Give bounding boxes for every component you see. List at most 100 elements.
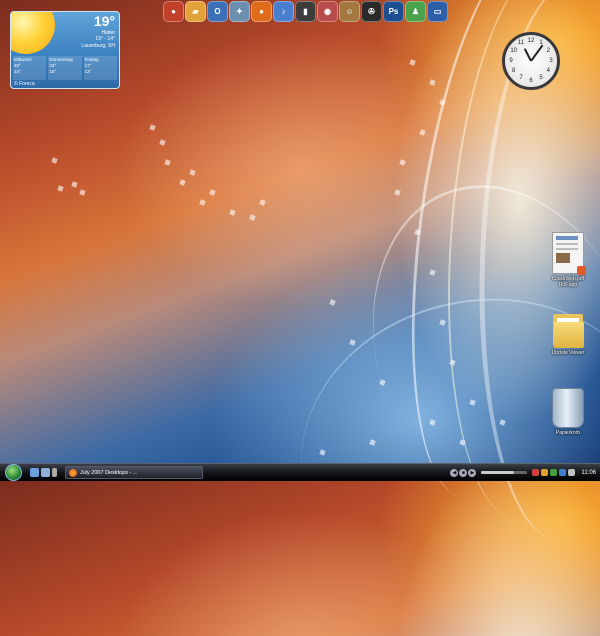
- particle: [429, 79, 436, 86]
- recycle-bin-icon: [552, 388, 584, 428]
- particle: [209, 189, 216, 196]
- particle: [399, 159, 406, 166]
- messenger-icon[interactable]: ♟: [405, 1, 426, 22]
- particle: [79, 189, 86, 196]
- play-button[interactable]: ▶: [468, 468, 477, 477]
- weather-provider: © Foreca: [14, 81, 35, 87]
- taskbar-button-firefox[interactable]: July 2007 Desktops - ...: [65, 466, 203, 479]
- computer-icon[interactable]: ▭: [427, 1, 448, 22]
- taskbar: July 2007 Desktops - ... ◀ ■ ▶ 11:06: [0, 463, 600, 481]
- clock-number: 9: [509, 57, 513, 64]
- desktop-icon-label: Update Viewer: [551, 350, 585, 356]
- clock-time[interactable]: 11:06: [581, 470, 596, 476]
- weather-range: 19° - 14°: [95, 36, 115, 42]
- particle: [429, 269, 436, 276]
- clock-number: 1: [539, 40, 543, 47]
- particle: [159, 139, 166, 146]
- clock-number: 6: [529, 77, 533, 84]
- particle: [71, 181, 78, 188]
- forecast-day: Freitag 17° 12°: [83, 56, 117, 80]
- desktop-icon-folder[interactable]: Update Viewer: [543, 310, 593, 356]
- launcher-bar: ● ▰ O ✦ ● ♪ ▮ ◉ ☺ ✇ Ps ♟ ▭: [163, 1, 448, 23]
- particle: [499, 419, 506, 426]
- outlook-icon[interactable]: O: [207, 1, 228, 22]
- tray-app-icon[interactable]: [532, 469, 540, 476]
- media-controls: ◀ ■ ▶: [450, 468, 477, 477]
- forecast-low: 15°: [49, 69, 57, 74]
- quick-launch: [30, 468, 57, 477]
- particle: [409, 59, 416, 66]
- clock-number: 8: [512, 67, 516, 74]
- clock-gadget[interactable]: 12 1 2 3 4 5 6 7 8 9 10 11: [502, 32, 560, 90]
- stop-button[interactable]: ■: [459, 468, 468, 477]
- clock-number: 7: [519, 74, 523, 81]
- particle: [329, 299, 336, 306]
- monkey-icon[interactable]: ☺: [339, 1, 360, 22]
- particle: [149, 124, 156, 131]
- firefox-icon: [69, 468, 77, 477]
- particle: [57, 185, 64, 192]
- weather-forecast: Mittwoch 20° 14° Donnerstag 23° 15° Frei…: [13, 56, 117, 80]
- particle: [51, 157, 58, 164]
- particle: [179, 179, 186, 186]
- tray-app-icon[interactable]: [541, 469, 549, 476]
- firefox-icon[interactable]: ●: [251, 1, 272, 22]
- particle: [419, 129, 426, 136]
- network-icon[interactable]: [559, 469, 567, 476]
- photoshop-icon[interactable]: Ps: [383, 1, 404, 22]
- particle: [439, 99, 446, 106]
- particle: [414, 229, 421, 236]
- forecast-day: Mittwoch 20° 14°: [13, 56, 47, 80]
- folder-icon[interactable]: ▰: [185, 1, 206, 22]
- folder-icon: [551, 310, 585, 348]
- tray-app-icon[interactable]: [550, 469, 558, 476]
- weather-temperature: 19°: [93, 13, 115, 29]
- desktop-icon-file[interactable]: iStockWeb.pdf Röll.app: [543, 232, 593, 288]
- desktop-icon-label: iStockWeb.pdf Röll.app: [551, 276, 585, 288]
- desktop-icon-recycle-bin[interactable]: Papierkorb: [543, 388, 593, 436]
- clock-number: 5: [539, 74, 543, 81]
- particle: [319, 449, 326, 456]
- particle: [199, 199, 206, 206]
- task-label: July 2007 Desktops - ...: [80, 469, 138, 476]
- particle: [379, 379, 386, 386]
- phone-icon[interactable]: ▮: [295, 1, 316, 22]
- itunes-icon[interactable]: ♪: [273, 1, 294, 22]
- clock-number: 12: [527, 37, 535, 44]
- quick-launch-more-icon[interactable]: [52, 468, 57, 477]
- particle: [259, 199, 266, 206]
- show-desktop-icon[interactable]: [30, 468, 39, 477]
- network-icon[interactable]: ✦: [229, 1, 250, 22]
- switch-windows-icon[interactable]: [41, 468, 50, 477]
- previous-button[interactable]: ◀: [450, 468, 459, 477]
- particle: [394, 189, 401, 196]
- particle: [164, 159, 171, 166]
- forecast-day: Donnerstag 23° 15°: [48, 56, 82, 80]
- clock-number: 2: [546, 47, 550, 54]
- weather-location: Lauenburg, SH: [81, 43, 115, 49]
- document-thumbnail-icon: [552, 232, 586, 275]
- weather-gadget[interactable]: 19° Heiter 19° - 14° Lauenburg, SH Mittw…: [10, 11, 120, 89]
- particle: [469, 399, 476, 406]
- clock-number: 10: [510, 47, 518, 54]
- system-tray: ◀ ■ ▶ 11:06: [450, 465, 600, 480]
- particle: [459, 439, 466, 446]
- particle: [249, 214, 256, 221]
- particle: [349, 339, 356, 346]
- wallpaper-streak: [325, 146, 600, 577]
- film-reel-icon[interactable]: ✇: [361, 1, 382, 22]
- app-red-circle-icon[interactable]: ●: [163, 1, 184, 22]
- particle: [369, 439, 376, 446]
- game-icon[interactable]: ◉: [317, 1, 338, 22]
- volume-slider[interactable]: [481, 471, 528, 474]
- clock-number: 11: [517, 40, 525, 47]
- clock-number: 3: [549, 57, 553, 64]
- volume-level: [481, 471, 514, 474]
- particle: [229, 209, 236, 216]
- particle: [439, 319, 446, 326]
- speaker-icon[interactable]: [568, 469, 576, 476]
- sun-icon: [11, 12, 55, 54]
- particle: [189, 169, 196, 176]
- start-button[interactable]: [5, 464, 22, 481]
- forecast-low: 14°: [14, 69, 21, 74]
